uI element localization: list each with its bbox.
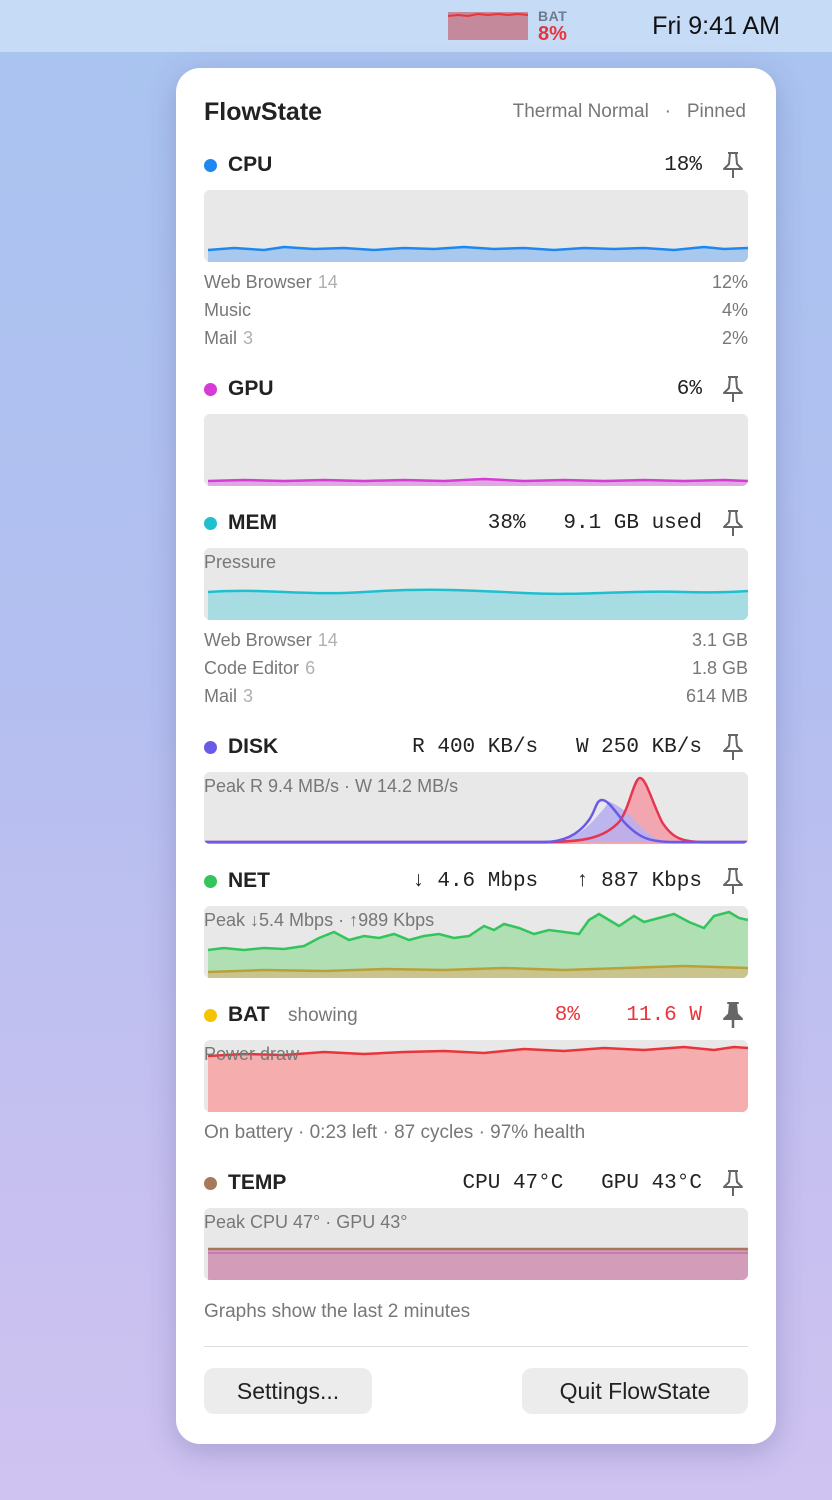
cpu-dot xyxy=(204,159,217,172)
net-pin-icon[interactable] xyxy=(719,866,747,896)
gpu-graph xyxy=(204,414,748,486)
bat-info: On battery · 0:23 left · 87 cycles · 97%… xyxy=(204,1122,586,1143)
bat-graph: Power draw xyxy=(204,1040,748,1112)
process-name: Mail 3 xyxy=(204,686,254,706)
process-value: 3.1 GB xyxy=(691,630,748,650)
process-value: 614 MB xyxy=(685,686,748,706)
mem-metric: 38% 9.1 GB used xyxy=(487,512,702,535)
settings-button[interactable]: Settings... xyxy=(204,1368,372,1414)
process-value: 2% xyxy=(721,328,748,348)
mem-graph-label: Pressure xyxy=(204,552,277,572)
temp-graph-label: Peak CPU 47° · GPU 43° xyxy=(204,1212,408,1232)
cpu-graph xyxy=(204,190,748,262)
process-value: 12% xyxy=(711,272,748,292)
gpu-dot xyxy=(204,383,217,396)
temp-name: TEMP xyxy=(228,1171,287,1194)
net-metric: ↓ 4.6 Mbps ↑ 887 Kbps xyxy=(412,870,702,893)
net-dot xyxy=(204,875,217,888)
net-graph: Peak ↓5.4 Mbps · ↑989 Kbps xyxy=(204,906,748,978)
menubar-bat-value: 8% xyxy=(538,23,567,45)
gpu-pin-icon[interactable] xyxy=(719,374,747,404)
process-value: 1.8 GB xyxy=(691,658,748,678)
cpu-pin-icon[interactable] xyxy=(719,150,747,180)
cpu-metric: 18% xyxy=(664,154,702,177)
temp-pin-icon[interactable] xyxy=(719,1168,747,1198)
flowstate-popover: FlowState Thermal Normal · Pinned CPU 18… xyxy=(176,68,776,1444)
gpu-metric: 6% xyxy=(676,378,702,401)
process-name: Web Browser 14 xyxy=(204,272,338,292)
mem-process-row: Code Editor 6 1.8 GB xyxy=(204,658,748,686)
temp-metric: CPU 47°C GPU 43°C xyxy=(462,1172,702,1195)
process-name: Mail 3 xyxy=(204,328,254,348)
process-name: Music xyxy=(204,300,252,320)
mem-process-row: Web Browser 14 3.1 GB xyxy=(204,630,748,658)
bat-percent: 8% xyxy=(554,1004,580,1027)
temp-graph: Peak CPU 47° · GPU 43° xyxy=(204,1208,748,1280)
process-name: Web Browser 14 xyxy=(204,630,338,650)
mem-name: MEM xyxy=(228,511,277,534)
mem-graph: Pressure xyxy=(204,548,748,620)
quit-button[interactable]: Quit FlowState xyxy=(522,1368,748,1414)
bat-dot xyxy=(204,1009,217,1022)
disk-graph-label: Peak R 9.4 MB/s · W 14.2 MB/s xyxy=(204,776,459,796)
bat-pin-icon-filled[interactable] xyxy=(719,1000,747,1030)
disk-pin-icon[interactable] xyxy=(719,732,747,762)
mem-pin-icon[interactable] xyxy=(719,508,747,538)
bat-graph-label: Power draw xyxy=(204,1044,300,1064)
app-title: FlowState xyxy=(204,98,323,126)
header-status: Thermal Normal · Pinned xyxy=(513,101,746,123)
process-name: Code Editor 6 xyxy=(204,658,316,678)
temp-dot xyxy=(204,1177,217,1190)
cpu-name: CPU xyxy=(228,153,273,176)
disk-name: DISK xyxy=(228,735,279,758)
footer-divider xyxy=(204,1346,748,1347)
cpu-process-row: Mail 3 2% xyxy=(204,328,748,356)
thermal-status: Thermal Normal xyxy=(512,101,649,122)
mem-process-row: Mail 3 614 MB xyxy=(204,686,748,714)
bat-power: 11.6 W xyxy=(626,1004,702,1027)
gpu-name: GPU xyxy=(228,377,274,400)
cpu-process-row: Web Browser 14 12% xyxy=(204,272,748,300)
bat-status: showing xyxy=(288,1005,358,1026)
disk-dot xyxy=(204,741,217,754)
graph-footnote: Graphs show the last 2 minutes xyxy=(204,1301,471,1322)
net-graph-label: Peak ↓5.4 Mbps · ↑989 Kbps xyxy=(204,910,435,930)
disk-graph: Peak R 9.4 MB/s · W 14.2 MB/s xyxy=(204,772,748,844)
menubar-battery-graph[interactable] xyxy=(448,12,528,40)
pinned-status: Pinned xyxy=(686,101,746,122)
cpu-process-row: Music 4% xyxy=(204,300,748,328)
menu-bar: BAT 8% Fri 9:41 AM xyxy=(0,0,832,52)
net-name: NET xyxy=(228,869,270,892)
header-separator: · xyxy=(664,101,671,122)
disk-metric: R 400 KB/s W 250 KB/s xyxy=(412,736,702,759)
menubar-clock[interactable]: Fri 9:41 AM xyxy=(652,12,780,41)
bat-name: BAT xyxy=(228,1003,270,1026)
mem-dot xyxy=(204,517,217,530)
menubar-bat-label: BAT xyxy=(538,8,568,24)
process-value: 4% xyxy=(721,300,748,320)
